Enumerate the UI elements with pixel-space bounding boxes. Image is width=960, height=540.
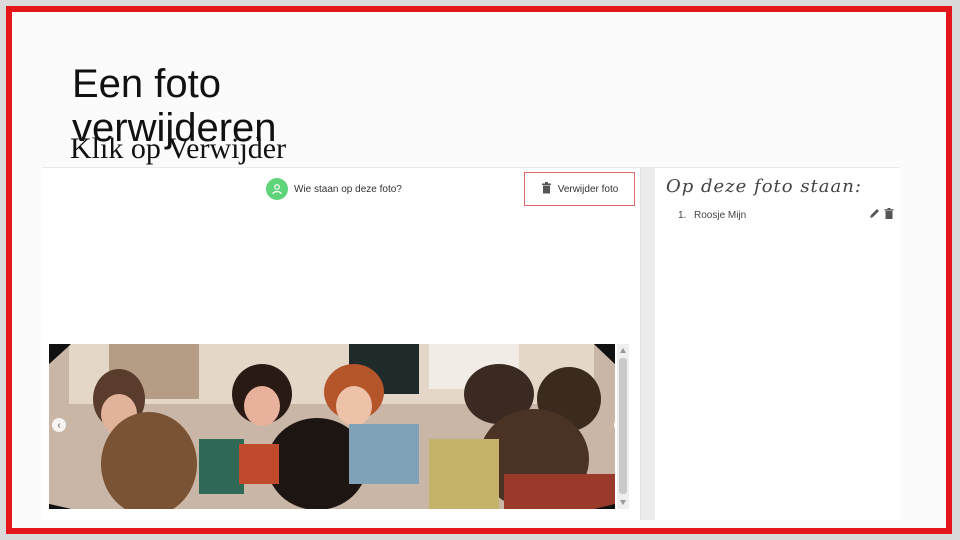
delete-photo-label: Verwijder foto bbox=[557, 183, 619, 195]
photo-scrollbar[interactable] bbox=[617, 344, 629, 509]
people-panel-heading: Op deze foto staan: bbox=[666, 176, 862, 197]
person-icon bbox=[266, 178, 288, 200]
trash-icon[interactable] bbox=[884, 208, 894, 222]
delete-photo-button[interactable]: Verwijder foto bbox=[524, 172, 635, 206]
scroll-down-icon[interactable] bbox=[620, 500, 626, 505]
scroll-up-icon[interactable] bbox=[620, 348, 626, 353]
previous-photo-icon[interactable]: ‹ bbox=[52, 418, 66, 432]
person-list-item: 1. Roosje Mijn bbox=[678, 208, 894, 222]
who-is-in-photo-label: Wie staan op deze foto? bbox=[294, 183, 402, 195]
trash-icon bbox=[541, 181, 552, 197]
edit-pencil-icon[interactable] bbox=[869, 208, 880, 222]
who-is-in-photo-button[interactable]: Wie staan op deze foto? bbox=[266, 177, 402, 201]
scroll-thumb[interactable] bbox=[619, 358, 627, 494]
person-name: Roosje Mijn bbox=[694, 209, 747, 221]
photo-viewer[interactable] bbox=[49, 344, 615, 509]
group-photo-image bbox=[49, 344, 615, 509]
person-number: 1. bbox=[678, 209, 687, 221]
app-screenshot: Wie staan op deze foto? Verwijder foto ‹… bbox=[42, 167, 900, 520]
panel-divider bbox=[640, 168, 655, 520]
